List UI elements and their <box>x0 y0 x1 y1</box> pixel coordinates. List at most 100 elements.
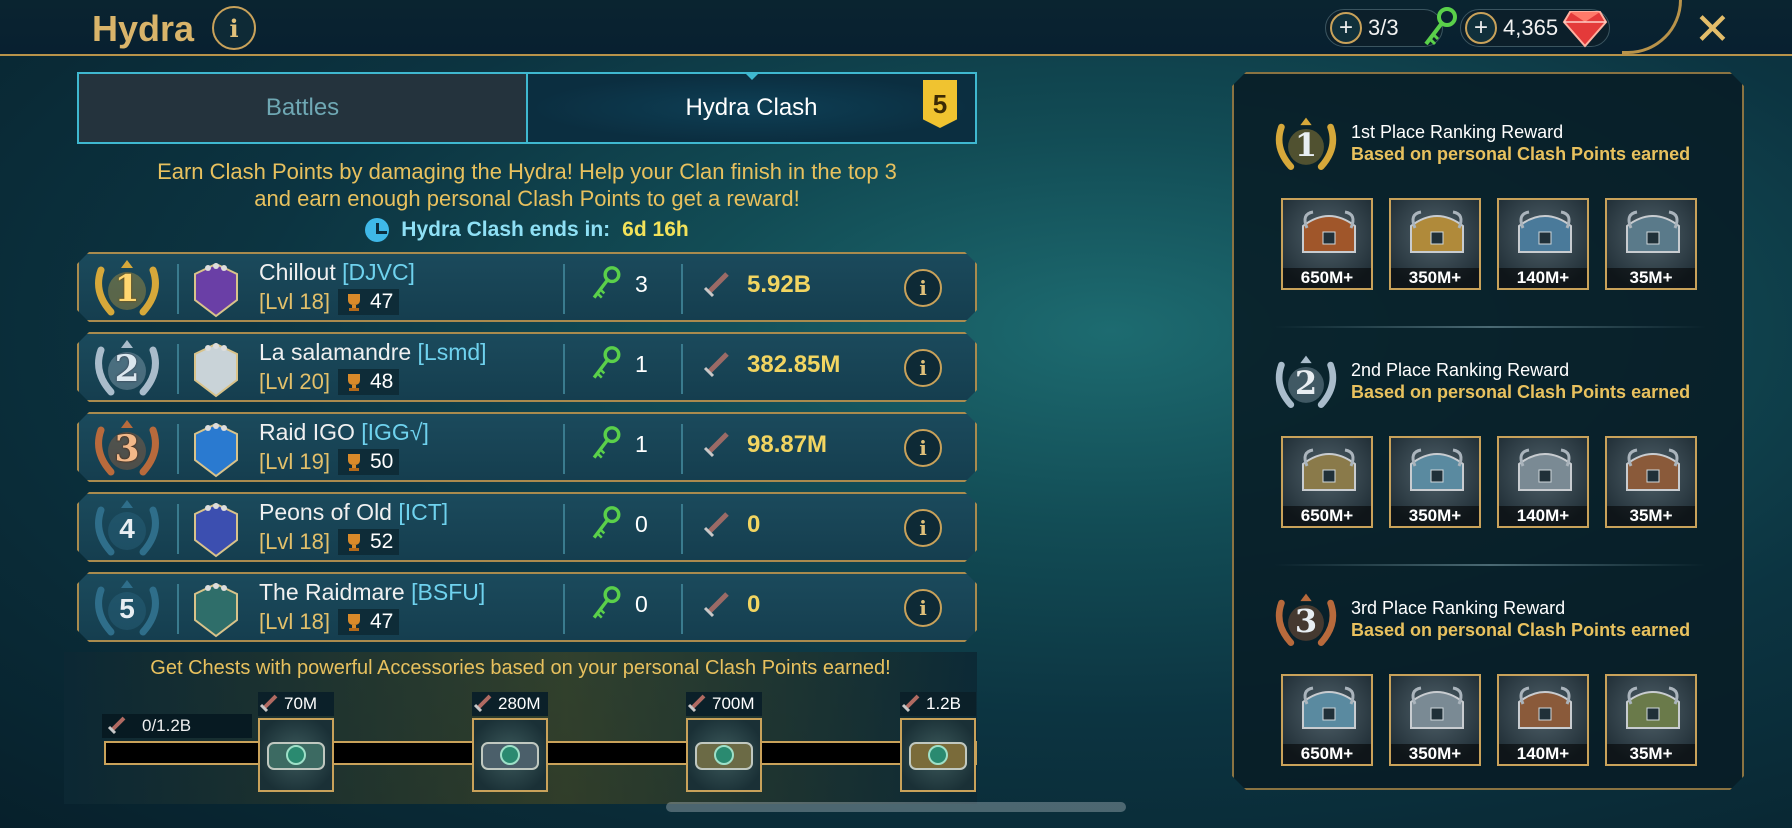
rank-badge-icon: 3 <box>91 418 163 480</box>
milestone-chest[interactable]: 1.2B <box>900 692 976 792</box>
milestone-chest[interactable]: 280M <box>472 692 548 792</box>
chest-icon <box>1513 444 1577 498</box>
milestone-label: 280M <box>472 692 548 716</box>
row-divider <box>681 424 683 474</box>
clan-info-button[interactable]: i <box>904 269 942 307</box>
clan-keys-used: 1 <box>589 344 648 384</box>
progress-current: 0/1.2B <box>102 714 252 738</box>
page-title: Hydra <box>92 8 195 49</box>
clan-info-button[interactable]: i <box>904 509 942 547</box>
clan-tag: [ICT] <box>398 499 449 525</box>
rank-badge-icon: 2 <box>1272 352 1340 414</box>
clan-tag: [BSFU] <box>411 579 486 605</box>
clan-row[interactable]: 4 Peons of Old [ICT] [Lvl 18] 52 0 0 i <box>77 492 977 562</box>
gem-icon <box>1562 11 1608 48</box>
clock-icon <box>365 218 390 242</box>
info-icon[interactable]: i <box>212 6 256 50</box>
row-divider <box>177 344 179 394</box>
accessory-chest-icon <box>900 718 976 792</box>
reward-title: 2nd Place Ranking Reward <box>1351 360 1570 380</box>
reward-threshold: 350M+ <box>1391 744 1479 764</box>
keys-count: 3/3 <box>1368 15 1399 40</box>
key-icon <box>589 584 623 624</box>
reward-threshold: 650M+ <box>1283 744 1371 764</box>
sword-icon <box>701 590 731 620</box>
tab-bar: Battles Hydra Clash 5 <box>77 72 977 144</box>
chest-icon <box>1297 682 1361 736</box>
tab-hydra-clash-label: Hydra Clash <box>685 94 818 121</box>
clan-level: [Lvl 18] 47 <box>259 289 399 315</box>
reward-threshold: 35M+ <box>1607 506 1695 526</box>
add-keys-button[interactable]: + <box>1330 12 1362 44</box>
sword-icon <box>473 694 492 713</box>
row-divider <box>681 264 683 314</box>
row-divider <box>681 344 683 394</box>
clan-row[interactable]: 5 The Raidmare [BSFU] [Lvl 18] 47 0 0 i <box>77 572 977 642</box>
reward-chest[interactable]: 140M+ <box>1497 674 1589 766</box>
clan-trophies: 48 <box>338 369 399 395</box>
reward-chest[interactable]: 650M+ <box>1281 198 1373 290</box>
chest-icon <box>1621 682 1685 736</box>
reward-threshold: 350M+ <box>1391 506 1479 526</box>
clan-row[interactable]: 3 Raid IGO [IGG√] [Lvl 19] 50 1 98.87M i <box>77 412 977 482</box>
reward-chests: 650M+ 350M+ 140M+ 35M+ <box>1281 198 1697 290</box>
reward-subtitle: Based on personal Clash Points earned <box>1351 382 1691 402</box>
timer-label: Hydra Clash ends in: <box>401 218 611 241</box>
clan-keys-used: 0 <box>589 504 648 544</box>
reward-chest[interactable]: 35M+ <box>1605 198 1697 290</box>
clan-tag: [Lsmd] <box>417 339 487 365</box>
tab-battles[interactable]: Battles <box>79 74 526 142</box>
chest-icon <box>1405 682 1469 736</box>
chest-icon <box>1297 444 1361 498</box>
chest-icon <box>1405 206 1469 260</box>
sword-icon <box>259 694 278 713</box>
clan-name: Chillout [DJVC] <box>259 259 415 285</box>
clan-row[interactable]: 2 La salamandre [Lsmd] [Lvl 20] 48 1 382.85M i <box>77 332 977 402</box>
clan-keys-used: 0 <box>589 584 648 624</box>
reward-chest[interactable]: 35M+ <box>1605 674 1697 766</box>
reward-chest[interactable]: 650M+ <box>1281 436 1373 528</box>
timer-value: 6d 16h <box>622 218 689 241</box>
horizontal-scrollbar[interactable] <box>666 802 1126 812</box>
reward-threshold: 140M+ <box>1499 268 1587 288</box>
key-icon <box>589 264 623 304</box>
milestone-chest[interactable]: 700M <box>686 692 762 792</box>
clan-level: [Lvl 20] 48 <box>259 369 399 395</box>
personal-progress-panel: Get Chests with powerful Accessories bas… <box>64 652 977 804</box>
clan-info-button[interactable]: i <box>904 589 942 627</box>
clan-name: Peons of Old [ICT] <box>259 499 449 525</box>
clan-info-button[interactable]: i <box>904 349 942 387</box>
milestone-chest[interactable]: 70M <box>258 692 334 792</box>
ranking-rewards-panel: 1 1st Place Ranking Reward Based on person… <box>1232 72 1744 790</box>
trophy-icon <box>344 612 364 632</box>
progress-title: Get Chests with powerful Accessories bas… <box>150 657 891 679</box>
reward-title: 1st Place Ranking Reward <box>1351 122 1564 142</box>
rank-badge-icon: 4 <box>91 498 163 560</box>
reward-chest[interactable]: 350M+ <box>1389 674 1481 766</box>
reward-chest[interactable]: 35M+ <box>1605 436 1697 528</box>
reward-chest[interactable]: 140M+ <box>1497 436 1589 528</box>
reward-chest[interactable]: 140M+ <box>1497 198 1589 290</box>
milestone-label: 1.2B <box>900 692 976 716</box>
close-icon[interactable]: ✕ <box>1694 4 1731 55</box>
chest-icon <box>1621 444 1685 498</box>
accessory-chest-icon <box>258 718 334 792</box>
description-line-1: Earn Clash Points by damaging the Hydra!… <box>157 159 897 184</box>
clan-damage: 382.85M <box>701 350 840 380</box>
reward-chest[interactable]: 650M+ <box>1281 674 1373 766</box>
clan-trophies: 47 <box>338 609 399 635</box>
chest-icon <box>1513 682 1577 736</box>
add-gems-button[interactable]: + <box>1465 12 1497 44</box>
trophy-icon <box>344 452 364 472</box>
row-divider <box>177 504 179 554</box>
clan-name: Raid IGO [IGG√] <box>259 419 429 445</box>
description-line-2: and earn enough personal Clash Points to… <box>254 186 800 211</box>
chest-icon <box>1513 206 1577 260</box>
clan-row[interactable]: 1 Chillout [DJVC] [Lvl 18] 47 3 5.92B i <box>77 252 977 322</box>
clash-description: Earn Clash Points by damaging the Hydra!… <box>77 158 977 212</box>
clan-trophies: 47 <box>338 289 399 315</box>
tab-hydra-clash[interactable]: Hydra Clash 5 <box>526 72 975 142</box>
reward-chest[interactable]: 350M+ <box>1389 198 1481 290</box>
clan-info-button[interactable]: i <box>904 429 942 467</box>
reward-chest[interactable]: 350M+ <box>1389 436 1481 528</box>
